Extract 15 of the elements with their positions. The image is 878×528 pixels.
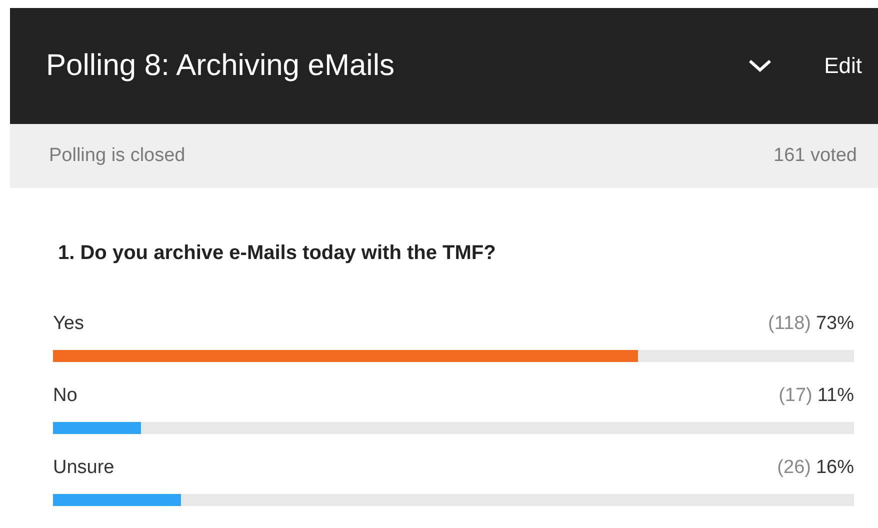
poll-title: Polling 8: Archiving eMails [46,49,396,83]
option-label: No [53,385,78,407]
vote-percent: 11% [817,385,854,407]
vote-count: (26) [777,457,811,479]
question-text: 1. Do you archive e-Mails today with the TMF? [58,242,497,266]
chevron-down-icon[interactable] [748,59,772,73]
vote-count: 161 voted [774,145,857,167]
edit-button[interactable]: Edit [820,49,866,83]
poll-status: Polling is closed [49,145,186,167]
vote-count: (17) [778,385,812,407]
option-label: Yes [53,313,84,335]
vote-count: (118) [768,313,811,335]
vote-percent: 73% [816,313,854,335]
option-label: Unsure [53,457,114,479]
vote-percent: 16% [816,457,854,479]
